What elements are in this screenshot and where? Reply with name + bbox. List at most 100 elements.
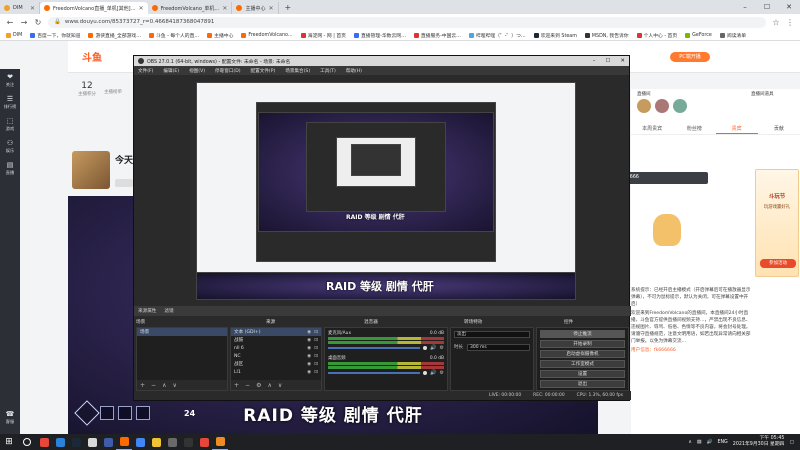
obs-minimize-icon[interactable]: – <box>593 58 596 64</box>
source-item[interactable]: 战鼓 ◉ ⊡ <box>231 336 321 344</box>
tab-close-icon[interactable]: ✕ <box>30 5 35 12</box>
right-tab[interactable]: 贵宾 <box>715 123 758 134</box>
taskbar-app-icon[interactable] <box>84 434 100 450</box>
speaker-icon[interactable]: 🔊 <box>430 345 436 351</box>
taskbar-app-icon[interactable] <box>52 434 68 450</box>
language-indicator[interactable]: ENG <box>717 440 727 445</box>
eye-icon[interactable]: ◉ <box>307 346 311 351</box>
lock-icon[interactable]: ⊡ <box>314 330 318 335</box>
obs-maximize-icon[interactable]: ☐ <box>605 58 610 64</box>
star-icon[interactable]: ☆ <box>772 18 780 27</box>
lock-icon[interactable]: ⊡ <box>314 338 318 343</box>
obs-menu-item[interactable]: 编辑(E) <box>163 68 179 74</box>
close-icon[interactable]: ✕ <box>778 0 800 14</box>
up-icon[interactable]: ∧ <box>162 382 166 389</box>
search-icon[interactable] <box>23 438 31 446</box>
down-icon[interactable]: ∨ <box>172 382 176 389</box>
browser-tab[interactable]: FreedomVolcano直播_单机[其他]… ✕ <box>40 2 148 14</box>
pc-broadcast-button[interactable]: PC端开播 <box>670 52 710 62</box>
sidebar-item[interactable]: ▤ 直播 <box>0 157 20 179</box>
right-top-label[interactable]: 直播间 <box>637 91 651 97</box>
source-item[interactable]: NC ◉ ⊡ <box>231 352 321 360</box>
sidebar-item[interactable]: ❤ 关注 <box>0 69 20 91</box>
bookmark-item[interactable]: 欢迎来到 Steam <box>533 32 577 39</box>
taskbar-app-icon[interactable] <box>148 434 164 450</box>
reload-icon[interactable]: ↻ <box>34 18 42 27</box>
source-item[interactable]: 文本 (GDI+) ◉ ⊡ <box>231 328 321 336</box>
bookmark-item[interactable]: 直播服务-中国云… <box>413 32 461 39</box>
sidebar-item-support[interactable]: ☎ 客服 <box>0 406 20 428</box>
control-button[interactable]: 开始录制 <box>540 340 625 348</box>
bookmark-item[interactable]: 海淀网 - 网 | 首页 <box>300 32 346 39</box>
speaker-icon[interactable]: 🔊 <box>430 370 436 376</box>
chevron-up-icon[interactable]: ∧ <box>688 440 692 445</box>
eye-icon[interactable]: ◉ <box>307 362 311 367</box>
notification-icon[interactable]: ▢ <box>789 440 794 445</box>
avatar[interactable] <box>673 99 687 113</box>
control-button[interactable]: 退出 <box>540 380 625 388</box>
eye-icon[interactable]: ◉ <box>307 330 311 335</box>
bookmark-item[interactable]: 主播中心 <box>207 32 233 39</box>
source-item[interactable]: Ll1 ◉ ⊡ <box>231 368 321 376</box>
forward-icon[interactable]: → <box>20 18 28 27</box>
douyu-logo[interactable]: 斗鱼 <box>82 49 102 64</box>
gear-icon[interactable]: ⚙ <box>440 345 444 351</box>
scene-item[interactable]: 场景 <box>137 328 227 336</box>
browser-tab[interactable]: FreedomVolcano_单机… ✕ <box>148 2 233 14</box>
bookmark-item[interactable]: 百度一下，你就知道 <box>30 32 80 39</box>
bookmark-item[interactable]: 哔哩哔哩（゜-゜）つ… <box>468 32 526 39</box>
bookmark-item[interactable]: 个人中心 - 首页 <box>636 32 677 39</box>
right-tab[interactable]: 粉丝榜 <box>673 123 715 134</box>
extensions-icon[interactable]: ⋮ <box>786 18 794 27</box>
add-icon[interactable]: + <box>234 382 239 389</box>
fans-label[interactable]: 主播榜单 <box>104 89 122 95</box>
down-icon[interactable]: ∨ <box>278 382 282 389</box>
taskbar-app-icon[interactable] <box>164 434 180 450</box>
taskbar-app-icon[interactable] <box>180 434 196 450</box>
eye-icon[interactable]: ◉ <box>307 370 311 375</box>
taskbar-app-icon[interactable] <box>116 434 132 450</box>
right-tab[interactable]: 贡献 <box>758 123 800 134</box>
transition-select[interactable]: 淡出 <box>454 331 530 338</box>
eye-icon[interactable]: ◉ <box>307 354 311 359</box>
bookmark-item[interactable]: 阅读清单 <box>719 32 746 39</box>
control-button[interactable]: 工作室模式 <box>540 360 625 368</box>
taskbar-app-icon[interactable] <box>196 434 212 450</box>
browser-tab[interactable]: 主播中心 ✕ <box>232 2 279 14</box>
taskbar-app-icon[interactable] <box>36 434 52 450</box>
volume-knob[interactable] <box>423 371 428 375</box>
bookmark-item[interactable]: 斗鱼 - 每个人的直… <box>149 32 199 39</box>
remove-icon[interactable]: − <box>245 382 250 389</box>
taskbar-app-icon[interactable] <box>212 434 228 450</box>
obs-menu-item[interactable]: 工具(T) <box>320 68 336 74</box>
control-button[interactable]: 启动虚拟摄像机 <box>540 350 625 358</box>
duration-input[interactable]: 300 ms <box>467 344 530 351</box>
bookmark-item[interactable]: DIM <box>6 32 22 38</box>
lock-icon[interactable]: ⊡ <box>314 370 318 375</box>
volume-slider[interactable] <box>328 347 421 349</box>
windows-start-icon[interactable]: ⊞ <box>0 434 18 450</box>
obs-menu-item[interactable]: 场景集合(S) <box>285 68 310 74</box>
bookmark-item[interactable]: 直播管理-华数云网… <box>353 32 406 39</box>
taskbar-app-icon[interactable] <box>100 434 116 450</box>
right-top-label[interactable]: 直播间道具 <box>751 91 774 97</box>
source-item[interactable]: 战区 ◉ ⊡ <box>231 360 321 368</box>
control-button[interactable]: 设置 <box>540 370 625 378</box>
sidebar-item[interactable]: ☰ 排行榜 <box>0 91 20 113</box>
bookmark-item[interactable]: FreedomVolcano… <box>241 32 293 38</box>
obs-preview[interactable]: RAID 等级 剧情 代肝 RAID 等级 剧情 代肝 <box>196 82 576 300</box>
browser-tab[interactable]: DIM ✕ <box>0 2 40 14</box>
control-button[interactable]: 停止推流 <box>540 330 625 338</box>
avatar[interactable] <box>655 99 669 113</box>
up-icon[interactable]: ∧ <box>267 382 271 389</box>
network-icon[interactable]: ▤ <box>697 440 702 445</box>
add-icon[interactable]: + <box>140 382 145 389</box>
tab-close-icon[interactable]: ✕ <box>268 5 273 12</box>
new-tab-icon[interactable]: + <box>279 2 298 14</box>
url-field[interactable]: 🔒 www.douyu.com/85373727_r=0.46684187368… <box>48 16 766 28</box>
eye-icon[interactable]: ◉ <box>307 338 311 343</box>
lock-icon[interactable]: ⊡ <box>314 346 318 351</box>
taskbar-app-icon[interactable] <box>132 434 148 450</box>
lock-icon[interactable]: ⊡ <box>314 354 318 359</box>
obs-menu-item[interactable]: 帮助(H) <box>346 68 362 74</box>
